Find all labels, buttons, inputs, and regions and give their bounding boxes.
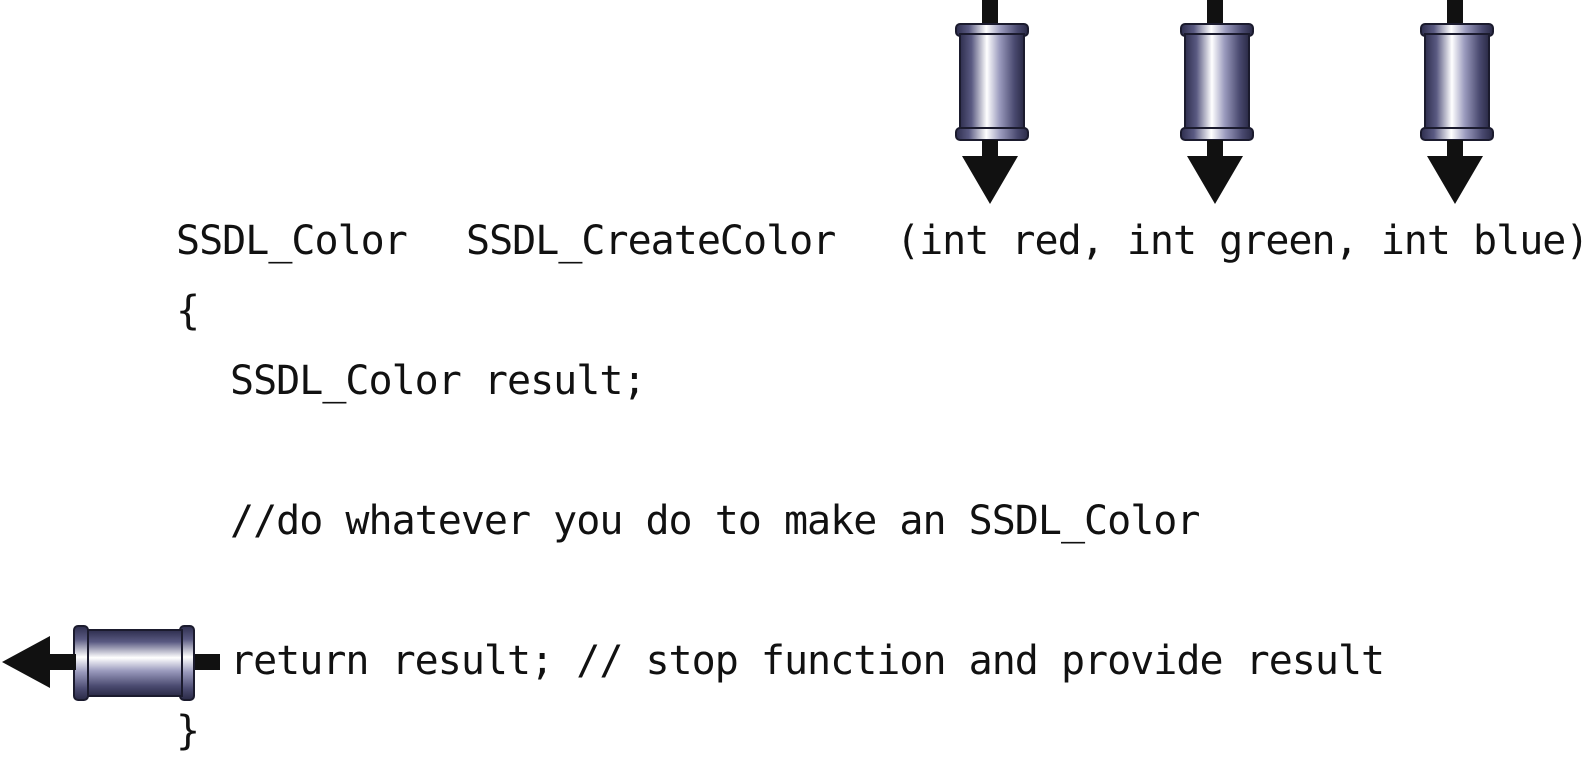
signature-parameters: (int red, int green, int blue) (896, 218, 1588, 264)
arrow-left-icon (2, 636, 50, 688)
output-pipe-result (2, 625, 220, 701)
input-pipe-red (955, 0, 1029, 204)
body-comment: //do whatever you do to make an SSDL_Col… (230, 498, 1200, 544)
arrow-down-icon (1187, 156, 1243, 204)
input-pipe-blue (1420, 0, 1494, 204)
diagram-canvas: SSDL_Color SSDL_CreateColor (int red, in… (0, 0, 1588, 767)
result-declaration: SSDL_Color result; (230, 358, 646, 404)
signature-function-name: SSDL_CreateColor (466, 218, 836, 264)
arrow-down-icon (1427, 156, 1483, 204)
arrow-down-icon (962, 156, 1018, 204)
close-brace: } (176, 708, 200, 754)
signature-return-type: SSDL_Color (176, 218, 408, 264)
input-pipe-green (1180, 0, 1254, 204)
return-statement: return result; // stop function and prov… (230, 638, 1385, 684)
open-brace: { (176, 288, 200, 334)
